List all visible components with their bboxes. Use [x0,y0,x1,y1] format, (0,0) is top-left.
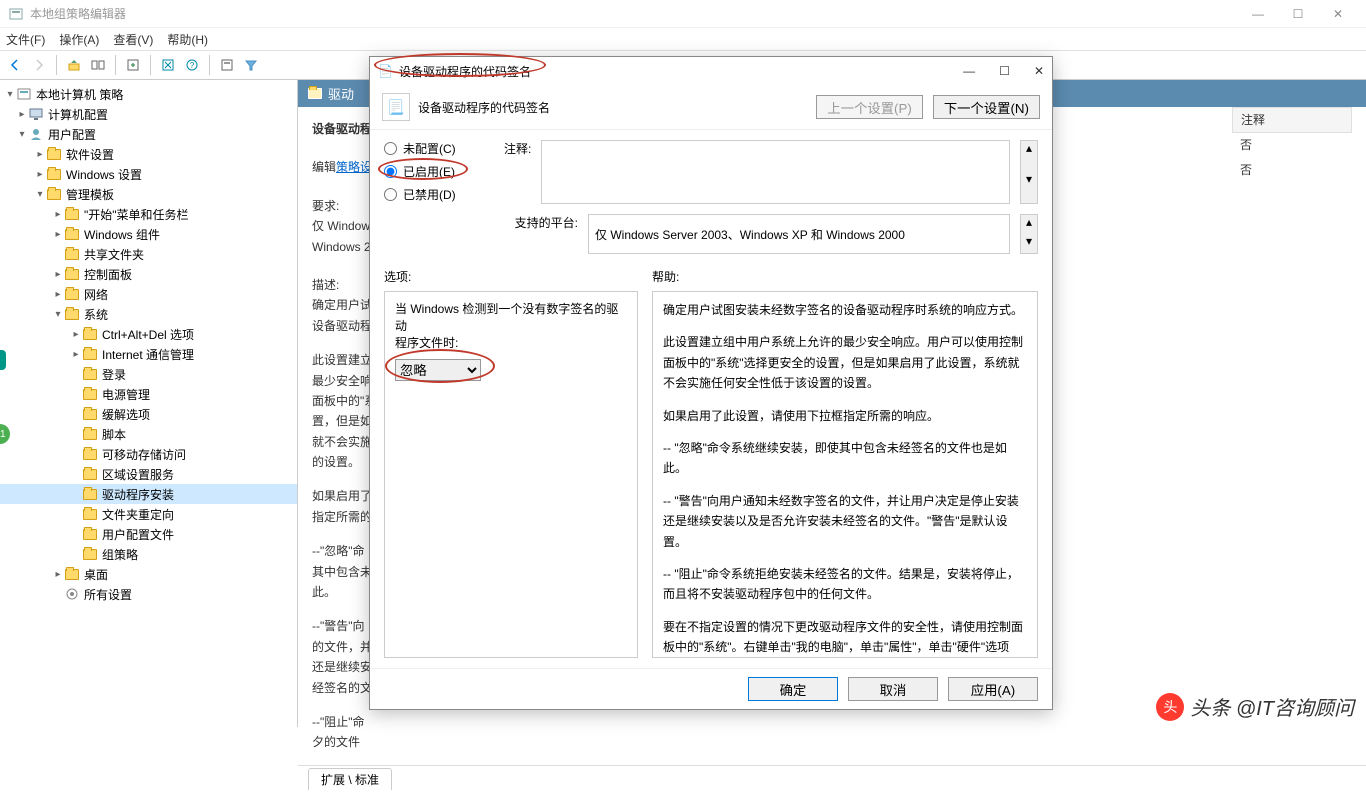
menubar: 文件(F) 操作(A) 查看(V) 帮助(H) [0,28,1366,50]
tree-network[interactable]: ▸网络 [0,284,297,304]
next-setting-button[interactable]: 下一个设置(N) [933,95,1040,119]
content-tabs: 扩展 \ 标准 [298,765,1366,792]
setting-icon: 📃 [382,93,410,121]
platform-label: 支持的平台: [504,214,578,231]
dialog-close[interactable]: ✕ [1034,64,1044,78]
platform-box: 仅 Windows Server 2003、Windows XP 和 Windo… [588,214,1010,254]
tree-shared-folders[interactable]: 共享文件夹 [0,244,297,264]
signing-action-select[interactable]: 忽略 [395,359,481,381]
menu-action[interactable]: 操作(A) [59,31,99,48]
tree-internet-comm[interactable]: ▸Internet 通信管理 [0,344,297,364]
nav-tree[interactable]: 51 ▾本地计算机 策略 ▸计算机配置 ▾用户配置 ▸软件设置 ▸Windows… [0,80,298,727]
options-panel: 当 Windows 检测到一个没有数字签名的驱动 程序文件时: 忽略 [384,291,638,658]
menu-file[interactable]: 文件(F) [6,31,45,48]
list-columns: 注释 否 否 [1232,107,1352,182]
forward-button[interactable] [28,54,50,76]
filter-button[interactable] [240,54,262,76]
radio-disabled[interactable]: 已禁用(D) [384,186,484,203]
help-icon[interactable]: ? [181,54,203,76]
tree-system[interactable]: ▾系统 [0,304,297,324]
radio-enabled[interactable]: 已启用(E) [384,163,484,180]
tree-control-panel[interactable]: ▸控制面板 [0,264,297,284]
tree-folder-redirect[interactable]: 文件夹重定向 [0,504,297,524]
tree-login[interactable]: 登录 [0,364,297,384]
tab-extended-standard[interactable]: 扩展 \ 标准 [308,768,392,790]
tree-windows-settings[interactable]: ▸Windows 设置 [0,164,297,184]
window-titlebar: 本地组策略编辑器 — ☐ ✕ [0,0,1366,28]
svg-text:?: ? [190,61,195,70]
options-label: 选项: [384,268,638,285]
apply-button[interactable]: 应用(A) [948,677,1038,701]
dialog-titlebar: 📄 设备驱动程序的代码签名 — ☐ ✕ [370,57,1052,85]
tree-locale[interactable]: 区域设置服务 [0,464,297,484]
tree-desktop[interactable]: ▸桌面 [0,564,297,584]
dialog-header: 📃 设备驱动程序的代码签名 上一个设置(P) 下一个设置(N) [370,85,1052,130]
help-panel[interactable]: 确定用户试图安装未经数字签名的设备驱动程序时系统的响应方式。 此设置建立组中用户… [652,291,1038,658]
tree-user-profile[interactable]: 用户配置文件 [0,524,297,544]
prev-setting-button[interactable]: 上一个设置(P) [816,95,922,119]
dialog-minimize[interactable]: — [963,64,975,78]
refresh-button[interactable] [157,54,179,76]
menu-view[interactable]: 查看(V) [113,31,153,48]
comment-label: 注释: [504,140,531,204]
radio-not-configured[interactable]: 未配置(C) [384,140,484,157]
col-comment-header[interactable]: 注释 [1232,107,1352,133]
tree-cad[interactable]: ▸Ctrl+Alt+Del 选项 [0,324,297,344]
tree-driver-install[interactable]: 驱动程序安装 [0,484,297,504]
user-icon [28,126,44,142]
dialog-icon: 📄 [378,64,393,78]
edit-policy-link[interactable]: 策略设 [336,160,372,174]
tree-computer-config[interactable]: ▸计算机配置 [0,104,297,124]
tree-power[interactable]: 电源管理 [0,384,297,404]
computer-icon [28,106,44,122]
dialog-maximize[interactable]: ☐ [999,64,1010,78]
policy-dialog: 📄 设备驱动程序的代码签名 — ☐ ✕ 📃 设备驱动程序的代码签名 上一个设置(… [369,56,1053,710]
settings-icon [64,586,80,602]
cancel-button[interactable]: 取消 [848,677,938,701]
properties-button[interactable] [216,54,238,76]
up-button[interactable] [63,54,85,76]
comment-input[interactable] [541,140,1010,204]
window-title: 本地组策略编辑器 [30,5,126,22]
policy-icon [16,86,32,102]
back-button[interactable] [4,54,26,76]
dialog-header-text: 设备驱动程序的代码签名 [418,99,550,116]
tree-mitigation[interactable]: 缓解选项 [0,404,297,424]
show-hide-button[interactable] [87,54,109,76]
tree-all-settings[interactable]: 所有设置 [0,584,297,604]
dialog-footer: 确定 取消 应用(A) [370,668,1052,709]
tree-user-config[interactable]: ▾用户配置 [0,124,297,144]
platform-scrollbar[interactable]: ▴▾ [1020,214,1038,254]
help-label: 帮助: [652,268,1038,285]
tree-startmenu[interactable]: ▸"开始"菜单和任务栏 [0,204,297,224]
tree-group-policy[interactable]: 组策略 [0,544,297,564]
tree-software-settings[interactable]: ▸软件设置 [0,144,297,164]
dialog-title: 设备驱动程序的代码签名 [399,63,531,80]
tree-removable[interactable]: 可移动存储访问 [0,444,297,464]
tree-win-components[interactable]: ▸Windows 组件 [0,224,297,244]
export-button[interactable] [122,54,144,76]
minimize-button[interactable]: — [1238,2,1278,26]
tree-root[interactable]: ▾本地计算机 策略 [0,84,297,104]
menu-help[interactable]: 帮助(H) [167,31,208,48]
close-button[interactable]: ✕ [1318,2,1358,26]
tree-script[interactable]: 脚本 [0,424,297,444]
maximize-button[interactable]: ☐ [1278,2,1318,26]
app-icon [8,6,24,22]
ok-button[interactable]: 确定 [748,677,838,701]
tree-admin-templates[interactable]: ▾管理模板 [0,184,297,204]
comment-scrollbar[interactable]: ▴▾ [1020,140,1038,204]
